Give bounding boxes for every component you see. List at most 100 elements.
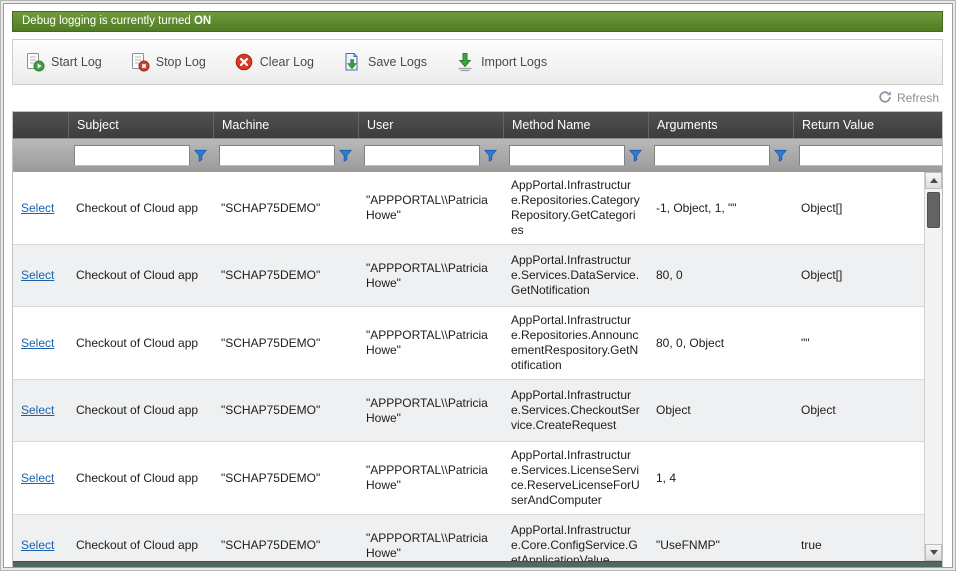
scroll-down-button[interactable]	[925, 544, 942, 561]
select-link[interactable]: Select	[21, 538, 54, 552]
save-logs-button[interactable]: Save Logs	[342, 52, 427, 72]
filter-funnel-icon[interactable]	[339, 149, 352, 162]
table-row: Select Checkout of Cloud app "SCHAP75DEM…	[13, 307, 924, 380]
start-log-icon	[25, 52, 45, 72]
filter-input-method-name[interactable]	[509, 145, 625, 166]
stop-log-icon	[130, 52, 150, 72]
debug-log-window: Debug logging is currently turned ON Sta…	[3, 3, 953, 568]
cell-method-name: AppPortal.Infrastructure.Services.Checko…	[503, 382, 648, 439]
start-log-label: Start Log	[51, 55, 102, 69]
cell-user: "APPPORTAL\\PatriciaHowe"	[358, 457, 503, 499]
column-header-return-value: Return Value	[793, 112, 942, 138]
select-link[interactable]: Select	[21, 201, 54, 215]
clear-log-button[interactable]: Clear Log	[234, 52, 314, 72]
cell-return-value: Object[]	[793, 262, 924, 289]
select-link[interactable]: Select	[21, 336, 54, 350]
column-header-machine: Machine	[213, 112, 358, 138]
horizontal-scrollbar[interactable]	[13, 561, 942, 567]
table-row: Select Checkout of Cloud app "SCHAP75DEM…	[13, 442, 924, 515]
column-header-select	[13, 112, 68, 138]
filter-input-subject[interactable]	[74, 145, 190, 166]
table-body: Select Checkout of Cloud app "SCHAP75DEM…	[13, 172, 942, 561]
cell-arguments: 80, 0, Object	[648, 330, 793, 357]
filter-row	[13, 138, 942, 172]
vertical-scrollbar[interactable]	[924, 172, 942, 561]
cell-subject: Checkout of Cloud app	[68, 330, 213, 357]
cell-subject: Checkout of Cloud app	[68, 465, 213, 492]
cell-machine: "SCHAP75DEMO"	[213, 195, 358, 222]
filter-funnel-icon[interactable]	[774, 149, 787, 162]
cell-arguments: Object	[648, 397, 793, 424]
filter-input-arguments[interactable]	[654, 145, 770, 166]
table-row: Select Checkout of Cloud app "SCHAP75DEM…	[13, 245, 924, 307]
cell-machine: "SCHAP75DEMO"	[213, 532, 358, 559]
log-grid: Subject Machine User Method Name Argumen…	[12, 111, 943, 567]
refresh-label: Refresh	[897, 91, 939, 105]
cell-arguments: -1, Object, 1, ""	[648, 195, 793, 222]
cell-subject: Checkout of Cloud app	[68, 397, 213, 424]
cell-select: Select	[13, 195, 68, 222]
select-link[interactable]: Select	[21, 403, 54, 417]
cell-method-name: AppPortal.Infrastructure.Services.DataSe…	[503, 247, 648, 304]
cell-method-name: AppPortal.Infrastructure.Repositories.An…	[503, 307, 648, 379]
filter-input-return-value[interactable]	[799, 145, 943, 166]
cell-method-name: AppPortal.Infrastructure.Core.ConfigServ…	[503, 517, 648, 561]
save-logs-icon	[342, 52, 362, 72]
cell-select: Select	[13, 397, 68, 424]
column-header-user: User	[358, 112, 503, 138]
filter-input-user[interactable]	[364, 145, 480, 166]
cell-machine: "SCHAP75DEMO"	[213, 330, 358, 357]
filter-input-machine[interactable]	[219, 145, 335, 166]
cell-return-value: ""	[793, 330, 924, 357]
cell-return-value: Object[]	[793, 195, 924, 222]
cell-subject: Checkout of Cloud app	[68, 532, 213, 559]
select-link[interactable]: Select	[21, 471, 54, 485]
cell-machine: "SCHAP75DEMO"	[213, 465, 358, 492]
refresh-bar: Refresh	[12, 85, 943, 111]
cell-subject: Checkout of Cloud app	[68, 195, 213, 222]
log-toolbar: Start Log Stop Log	[12, 39, 943, 85]
scrollbar-thumb[interactable]	[927, 192, 940, 228]
cell-return-value	[793, 472, 924, 484]
scroll-up-button[interactable]	[925, 172, 942, 189]
cell-user: "APPPORTAL\\PatriciaHowe"	[358, 525, 503, 562]
cell-method-name: AppPortal.Infrastructure.Services.Licens…	[503, 442, 648, 514]
filter-funnel-icon[interactable]	[194, 149, 207, 162]
spacer	[12, 32, 943, 39]
cell-select: Select	[13, 465, 68, 492]
stop-log-button[interactable]: Stop Log	[130, 52, 206, 72]
scrollbar-track[interactable]	[925, 189, 942, 544]
import-logs-button[interactable]: Import Logs	[455, 52, 547, 72]
select-link[interactable]: Select	[21, 268, 54, 282]
cell-subject: Checkout of Cloud app	[68, 262, 213, 289]
cell-machine: "SCHAP75DEMO"	[213, 262, 358, 289]
debug-logging-banner: Debug logging is currently turned ON	[12, 11, 943, 32]
clear-log-icon	[234, 52, 254, 72]
banner-state: ON	[194, 15, 211, 27]
refresh-button[interactable]: Refresh	[878, 90, 939, 107]
cell-select: Select	[13, 330, 68, 357]
import-logs-label: Import Logs	[481, 55, 547, 69]
start-log-button[interactable]: Start Log	[25, 52, 102, 72]
cell-machine: "SCHAP75DEMO"	[213, 397, 358, 424]
cell-select: Select	[13, 532, 68, 559]
cell-user: "APPPORTAL\\PatriciaHowe"	[358, 187, 503, 229]
table-header: Subject Machine User Method Name Argumen…	[13, 112, 942, 138]
cell-method-name: AppPortal.Infrastructure.Repositories.Ca…	[503, 172, 648, 244]
cell-arguments: "UseFNMP"	[648, 532, 793, 559]
table-row: Select Checkout of Cloud app "SCHAP75DEM…	[13, 515, 924, 561]
filter-funnel-icon[interactable]	[484, 149, 497, 162]
clear-log-label: Clear Log	[260, 55, 314, 69]
refresh-icon	[878, 90, 892, 107]
cell-select: Select	[13, 262, 68, 289]
arrow-up-icon	[930, 178, 938, 183]
column-header-method-name: Method Name	[503, 112, 648, 138]
cell-arguments: 80, 0	[648, 262, 793, 289]
cell-user: "APPPORTAL\\PatriciaHowe"	[358, 390, 503, 432]
window-frame: Debug logging is currently turned ON Sta…	[0, 0, 956, 571]
column-header-subject: Subject	[68, 112, 213, 138]
filter-funnel-icon[interactable]	[629, 149, 642, 162]
cell-return-value: Object	[793, 397, 924, 424]
filter-cell-empty	[13, 143, 68, 168]
grid-rows: Select Checkout of Cloud app "SCHAP75DEM…	[13, 172, 924, 561]
